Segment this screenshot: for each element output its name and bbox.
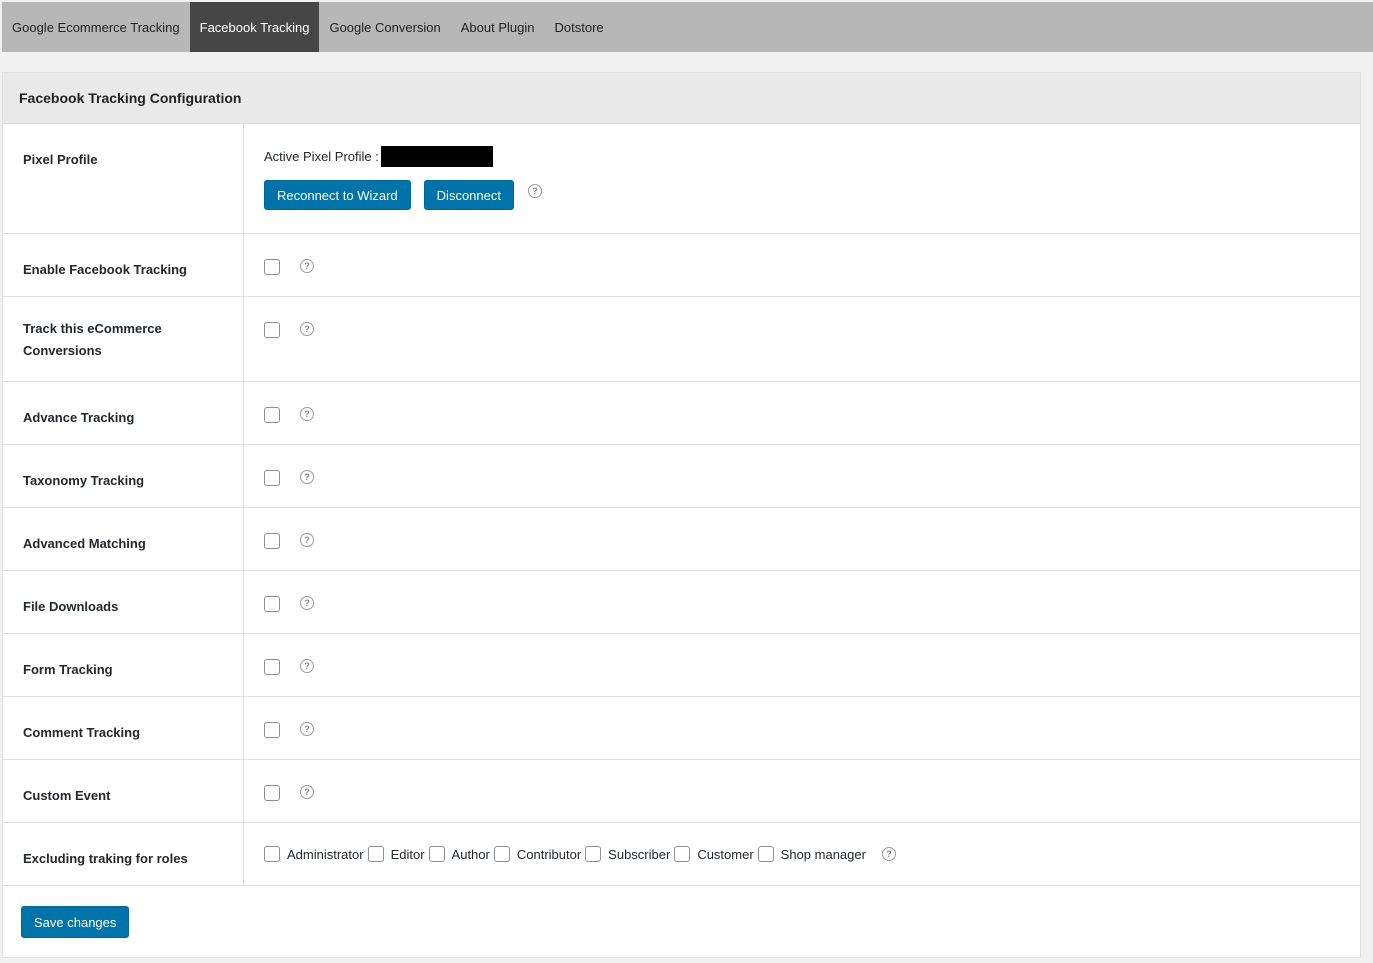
row-label: Comment Tracking (3, 697, 244, 759)
settings-row-file-downloads: File Downloads ? (3, 571, 1360, 634)
help-icon[interactable]: ? (300, 722, 314, 736)
tab-google-ecommerce-tracking[interactable]: Google Ecommerce Tracking (2, 2, 190, 52)
settings-row-excluding-roles: Excluding traking for roles Administrato… (3, 823, 1360, 886)
comment-tracking-checkbox[interactable] (264, 722, 280, 738)
role-option-administrator[interactable]: Administrator (264, 846, 364, 862)
reconnect-to-wizard-button[interactable]: Reconnect to Wizard (264, 180, 411, 210)
row-value: ? (244, 760, 1360, 822)
role-option-author[interactable]: Author (428, 846, 490, 862)
role-option-subscriber[interactable]: Subscriber (585, 846, 670, 862)
role-option-customer[interactable]: Customer (674, 846, 754, 862)
tab-facebook-tracking[interactable]: Facebook Tracking (189, 2, 320, 52)
row-value: ? (244, 697, 1360, 759)
redacted-pixel-id (380, 145, 493, 167)
help-icon[interactable]: ? (300, 322, 314, 336)
role-checkbox[interactable] (674, 846, 691, 862)
role-checkbox[interactable] (367, 846, 384, 862)
settings-row-comment-tracking: Comment Tracking ? (3, 697, 1360, 760)
help-icon[interactable]: ? (300, 785, 314, 799)
row-value: ? (244, 297, 1360, 381)
form-tracking-checkbox[interactable] (264, 659, 280, 675)
help-icon[interactable]: ? (881, 847, 896, 861)
row-label: Taxonomy Tracking (3, 445, 244, 507)
row-value: ? (244, 571, 1360, 633)
row-value: ? (244, 382, 1360, 444)
help-icon[interactable]: ? (300, 407, 314, 421)
settings-row-pixel-profile: Pixel Profile Active Pixel Profile : Rec… (3, 124, 1360, 234)
role-checkbox[interactable] (493, 846, 510, 862)
form-footer: Save changes (3, 886, 1360, 938)
row-label: Enable Facebook Tracking (3, 234, 244, 296)
save-changes-button[interactable]: Save changes (21, 906, 130, 938)
role-checkbox[interactable] (757, 846, 774, 862)
advanced-matching-checkbox[interactable] (264, 533, 280, 549)
settings-row-custom-event: Custom Event ? (3, 760, 1360, 823)
role-option-shop-manager[interactable]: Shop manager (757, 846, 866, 862)
settings-row-taxonomy-tracking: Taxonomy Tracking ? (3, 445, 1360, 508)
tab-google-conversion[interactable]: Google Conversion (319, 2, 450, 52)
row-value: ? (244, 634, 1360, 696)
settings-row-track-ecommerce-conversions: Track this eCommerce Conversions ? (3, 297, 1360, 382)
tab-about-plugin[interactable]: About Plugin (451, 2, 545, 52)
row-label: Advanced Matching (3, 508, 244, 570)
help-icon[interactable]: ? (300, 470, 314, 484)
pixel-profile-value: Active Pixel Profile : Reconnect to Wiza… (244, 124, 1360, 233)
panel-title: Facebook Tracking Configuration (3, 73, 1360, 124)
role-checkbox[interactable] (428, 846, 445, 862)
row-value: ? (244, 445, 1360, 507)
row-label: File Downloads (3, 571, 244, 633)
role-checkbox[interactable] (264, 846, 280, 862)
role-option-editor[interactable]: Editor (367, 846, 425, 862)
help-icon[interactable]: ? (527, 184, 542, 198)
track-ecommerce-conversions-checkbox[interactable] (264, 322, 280, 338)
taxonomy-tracking-checkbox[interactable] (264, 470, 280, 486)
row-label: Track this eCommerce Conversions (3, 297, 244, 381)
row-label: Custom Event (3, 760, 244, 822)
role-option-contributor[interactable]: Contributor (493, 846, 581, 862)
settings-row-advance-tracking: Advance Tracking ? (3, 382, 1360, 445)
role-checkbox[interactable] (585, 846, 602, 862)
tab-dotstore[interactable]: Dotstore (545, 2, 614, 52)
disconnect-button[interactable]: Disconnect (423, 180, 514, 210)
row-label: Excluding traking for roles (3, 823, 244, 885)
file-downloads-checkbox[interactable] (264, 596, 280, 612)
help-icon[interactable]: ? (300, 596, 314, 610)
active-pixel-profile-label: Active Pixel Profile : (264, 148, 379, 164)
settings-row-enable-facebook-tracking: Enable Facebook Tracking ? (3, 234, 1360, 297)
custom-event-checkbox[interactable] (264, 785, 280, 801)
settings-panel: Facebook Tracking Configuration Pixel Pr… (2, 72, 1361, 958)
row-label: Pixel Profile (3, 124, 244, 233)
settings-row-form-tracking: Form Tracking ? (3, 634, 1360, 697)
help-icon[interactable]: ? (300, 533, 314, 547)
roles-value: Administrator Editor Author Contributor … (244, 823, 1360, 885)
advance-tracking-checkbox[interactable] (264, 407, 280, 423)
settings-row-advanced-matching: Advanced Matching ? (3, 508, 1360, 571)
enable-facebook-tracking-checkbox[interactable] (264, 259, 280, 275)
row-value: ? (244, 234, 1360, 296)
row-label: Advance Tracking (3, 382, 244, 444)
row-label: Form Tracking (3, 634, 244, 696)
help-icon[interactable]: ? (300, 259, 314, 273)
help-icon[interactable]: ? (300, 659, 314, 673)
row-value: ? (244, 508, 1360, 570)
nav-tab-bar: Google Ecommerce Tracking Facebook Track… (2, 2, 1373, 52)
